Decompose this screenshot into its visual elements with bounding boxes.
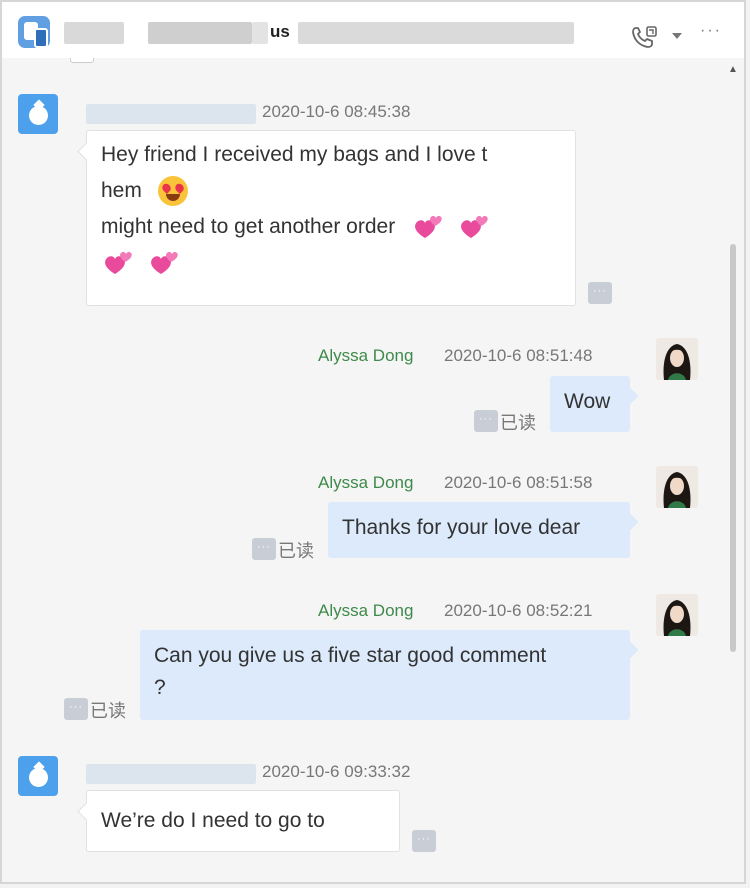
revolving-hearts-emoji-icon (415, 216, 442, 239)
message-text: Thanks for your love dear (342, 516, 581, 539)
read-status: 已读 (278, 541, 314, 561)
message-time: 2020-10-6 08:51:58 (444, 473, 593, 492)
revolving-hearts-emoji-icon (105, 252, 132, 275)
message-text: We’re do I need to go to (101, 809, 325, 832)
contact-avatar[interactable] (18, 94, 58, 134)
user-avatar[interactable] (656, 594, 698, 636)
outgoing-message-bubble[interactable]: Thanks for your love dear (328, 502, 630, 558)
message-time: 2020-10-6 08:51:48 (444, 346, 593, 365)
outgoing-message-bubble[interactable]: Can you give us a five star good comment… (140, 630, 630, 720)
message-list[interactable]: ▲ 2020-10-6 08:45:38 Hey friend I receiv… (2, 58, 744, 882)
phone-call-icon[interactable] (630, 24, 658, 50)
heart-eyes-emoji-icon (157, 176, 188, 207)
revolving-hearts-emoji-icon (150, 252, 178, 275)
message-text: Can you give us a five star good comment… (154, 644, 547, 699)
message-more-button[interactable]: ··· (412, 830, 436, 852)
user-avatar[interactable] (656, 466, 698, 508)
sender-name: Alyssa Dong (318, 346, 414, 365)
chat-title: us (270, 22, 290, 41)
message-text: might need to get another order (101, 215, 396, 238)
read-status: 已读 (90, 701, 126, 721)
message-more-button[interactable]: ··· (474, 410, 498, 432)
outgoing-message-bubble[interactable]: Wow (550, 376, 630, 432)
redacted-title-block (64, 22, 124, 44)
message-time: 2020-10-6 08:45:38 (262, 102, 411, 121)
chat-app-icon (18, 16, 50, 48)
title-bar: us ··· (2, 2, 744, 59)
chevron-down-icon[interactable] (670, 30, 684, 42)
read-status: 已读 (500, 413, 536, 433)
revolving-hearts-emoji-icon (460, 216, 488, 239)
contact-avatar[interactable] (18, 756, 58, 796)
message-text: Hey friend I received my bags and I love… (101, 143, 488, 166)
redacted-contact-name (86, 764, 256, 784)
incoming-message-bubble[interactable]: We’re do I need to go to (86, 790, 400, 852)
message-more-button[interactable]: ··· (252, 538, 276, 560)
message-time: 2020-10-6 08:52:21 (444, 601, 593, 620)
message-text: Wow (564, 390, 611, 413)
redacted-title-block (298, 22, 574, 44)
redacted-title-block (148, 22, 252, 44)
previous-message-edge (70, 58, 94, 63)
message-text-line: might need to get another order (101, 209, 561, 245)
sender-name: Alyssa Dong (318, 473, 414, 492)
incoming-message-bubble[interactable]: Hey friend I received my bags and I love… (86, 130, 576, 306)
redacted-title-block (252, 22, 268, 44)
message-time: 2020-10-6 09:33:32 (262, 762, 411, 781)
sender-name: Alyssa Dong (318, 601, 414, 620)
message-text: hem (101, 179, 142, 202)
message-text-line: hem (101, 173, 561, 209)
scroll-thumb[interactable] (730, 244, 736, 652)
message-more-button[interactable]: ··· (64, 698, 88, 720)
scrollbar[interactable]: ▲ (726, 64, 740, 864)
scroll-up-arrow-icon[interactable]: ▲ (728, 64, 738, 75)
message-text-line (101, 245, 561, 281)
more-icon[interactable]: ··· (700, 22, 722, 40)
message-more-button[interactable]: ··· (588, 282, 612, 304)
redacted-contact-name (86, 104, 256, 124)
user-avatar[interactable] (656, 338, 698, 380)
